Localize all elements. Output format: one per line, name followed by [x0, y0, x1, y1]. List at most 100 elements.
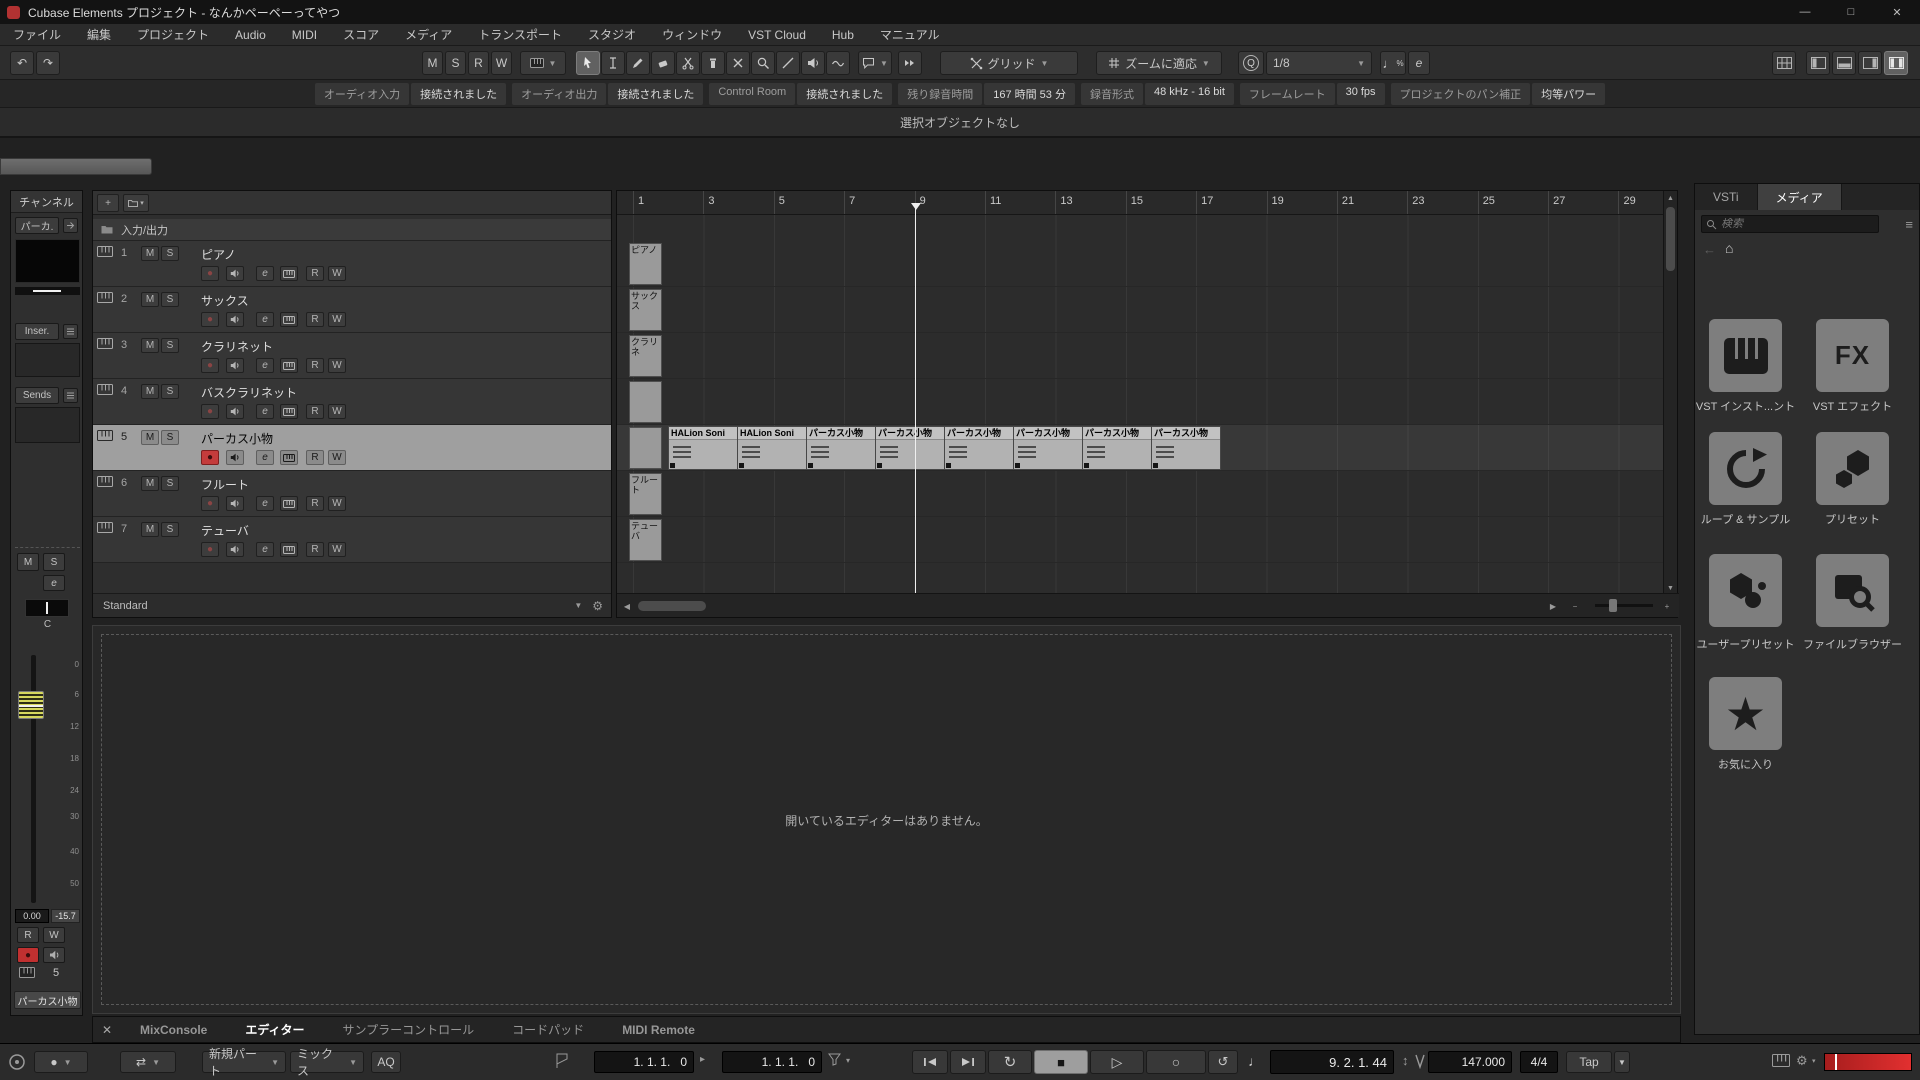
erase-tool[interactable] — [651, 51, 675, 75]
zoom-slider-handle[interactable] — [1609, 599, 1617, 612]
chevron-down-icon[interactable]: ▾ — [846, 1056, 850, 1078]
channel-read-button[interactable]: R — [17, 927, 39, 943]
menu-item[interactable]: 編集 — [74, 24, 124, 45]
inserts-slot[interactable] — [15, 343, 80, 377]
quantize-toggle-button[interactable]: Q — [1238, 51, 1264, 75]
stop-button[interactable]: ■ — [1034, 1050, 1088, 1074]
track-solo-button[interactable]: S — [161, 384, 179, 399]
menu-item[interactable]: Hub — [819, 24, 867, 45]
lane-part[interactable] — [629, 427, 662, 469]
track-edit-button[interactable]: e — [256, 450, 274, 465]
midi-clip[interactable]: パーカス小物 — [944, 426, 1014, 470]
menu-item[interactable]: ファイル — [0, 24, 74, 45]
ruler-bar-number[interactable]: 3 — [703, 191, 773, 214]
track-read-button[interactable]: R — [306, 542, 324, 557]
track-write-button[interactable]: W — [328, 266, 346, 281]
track-record-button[interactable]: ● — [201, 312, 219, 327]
track-write-button[interactable]: W — [328, 312, 346, 327]
project-overview-strip[interactable] — [0, 158, 152, 175]
track-row-3[interactable]: 3 M S クラリネット ● e R W — [93, 333, 611, 379]
time-signature-display[interactable]: 4/4 — [1520, 1051, 1558, 1073]
lane-percussion-selected[interactable]: HALion Soni HALion Soni パーカス小物 パーカス小物 — [617, 425, 1665, 471]
tri-right-icon[interactable]: ▸ — [700, 1054, 705, 1076]
timeline-ruler[interactable]: 1357911131517192123252729 — [617, 191, 1665, 215]
minimize-button[interactable]: — — [1782, 0, 1828, 24]
tile-file-browser[interactable] — [1816, 554, 1889, 627]
fader-level-value[interactable]: 0.00 — [15, 909, 49, 923]
track-read-button[interactable]: R — [306, 450, 324, 465]
tab-midi-remote[interactable]: MIDI Remote — [603, 1017, 714, 1042]
track-row-2[interactable]: 2 M S サックス ● e R W — [93, 287, 611, 333]
close-lower-zone-icon[interactable]: ✕ — [93, 1017, 121, 1042]
quantize-preset-dropdown[interactable]: 1/8 ▼ — [1266, 51, 1372, 75]
record-mode-dropdown[interactable]: ● ▼ — [34, 1051, 88, 1073]
menu-item[interactable]: メディア — [392, 24, 465, 45]
track-monitor-button[interactable] — [226, 358, 244, 373]
write-all-button[interactable]: W — [491, 51, 512, 75]
midi-clip[interactable]: パーカス小物 — [1013, 426, 1083, 470]
channel-write-button[interactable]: W — [43, 927, 65, 943]
track-row-5-selected[interactable]: 5 M S パーカス小物 ● e R W — [93, 425, 611, 471]
track-edit-button[interactable]: e — [256, 266, 274, 281]
scrub-tool[interactable] — [826, 51, 850, 75]
track-record-button[interactable]: ● — [201, 496, 219, 511]
track-edit-button[interactable]: e — [256, 496, 274, 511]
track-monitor-button[interactable] — [226, 542, 244, 557]
track-read-button[interactable]: R — [306, 404, 324, 419]
mix-dropdown[interactable]: ミックス ▼ — [290, 1051, 364, 1073]
left-locator-position[interactable]: 1. 1. 1. 0 — [594, 1051, 694, 1073]
undo-button[interactable]: ↶ — [10, 51, 34, 75]
glue-tool[interactable] — [701, 51, 725, 75]
lane-part[interactable]: ピアノ — [629, 243, 662, 285]
midi-clip[interactable]: パーカス小物 — [806, 426, 876, 470]
tile-loops-samples[interactable] — [1709, 432, 1782, 505]
snap-grid-dropdown[interactable]: グリッド ▼ — [940, 51, 1078, 75]
track-instrument-button[interactable] — [280, 450, 298, 465]
lane-tuba[interactable]: テューバ — [617, 517, 1665, 563]
track-row-1[interactable]: 1 M S ピアノ ● e R W — [93, 241, 611, 287]
arrange-area[interactable]: ピアノ サックス クラリネ HALion Soni HALion S — [617, 215, 1665, 595]
list-view-icon[interactable]: ≡ — [1905, 217, 1913, 232]
channel-monitor-button[interactable] — [43, 947, 65, 963]
channel-record-button[interactable]: ● — [17, 947, 39, 963]
channel-solo-button[interactable]: S — [43, 553, 65, 571]
ruler-bar-number[interactable]: 23 — [1407, 191, 1477, 214]
scroll-up-icon[interactable]: ▲ — [1664, 191, 1677, 205]
quantize-panel-button[interactable]: e — [1408, 51, 1430, 75]
track-monitor-button[interactable] — [226, 404, 244, 419]
lane-clarinet[interactable]: クラリネ — [617, 333, 1665, 379]
maximize-button[interactable]: □ — [1828, 0, 1874, 24]
tile-user-presets[interactable] — [1709, 554, 1782, 627]
track-monitor-button[interactable] — [226, 496, 244, 511]
vertical-scroll-handle[interactable] — [1666, 207, 1675, 271]
zoom-tool[interactable] — [751, 51, 775, 75]
ruler-bar-number[interactable]: 11 — [985, 191, 1055, 214]
track-edit-button[interactable]: e — [256, 542, 274, 557]
home-icon[interactable]: ⌂ — [1725, 240, 1733, 256]
horizontal-scrollbar[interactable]: ◀ ▶ − + — [617, 593, 1679, 617]
channel-tab[interactable]: パーカ. — [15, 217, 59, 234]
lane-part[interactable] — [629, 381, 662, 423]
jog-button[interactable]: ↺ — [1208, 1050, 1238, 1074]
zoom-in-icon[interactable]: + — [1659, 598, 1675, 614]
zoom-out-icon[interactable]: − — [1567, 598, 1583, 614]
gear-icon[interactable]: ⚙ — [592, 599, 603, 613]
playhead-cursor[interactable] — [915, 203, 916, 595]
track-instrument-button[interactable] — [280, 358, 298, 373]
right-zone-toggle[interactable] — [1858, 51, 1882, 75]
channel-pan-strip[interactable] — [15, 287, 80, 295]
midi-clip[interactable]: HALion Soni — [668, 426, 738, 470]
tile-presets[interactable] — [1816, 432, 1889, 505]
tab-vsti[interactable]: VSTi — [1695, 184, 1758, 210]
add-track-button[interactable]: + — [97, 194, 119, 212]
scroll-left-icon[interactable]: ◀ — [619, 598, 635, 614]
menu-item[interactable]: トランスポート — [465, 24, 575, 45]
grid-type-dropdown[interactable]: ズームに適応 ▼ — [1096, 51, 1222, 75]
object-select-tool[interactable] — [576, 51, 600, 75]
comment-dropdown[interactable]: ▼ — [858, 51, 892, 75]
io-folder-row[interactable]: 入力/出力 — [93, 219, 611, 241]
tab-editor[interactable]: エディター — [226, 1017, 323, 1042]
tab-sampler-control[interactable]: サンプラーコントロール — [324, 1017, 494, 1042]
status-item[interactable]: 録音形式 48 kHz - 16 bit — [1081, 83, 1234, 105]
track-write-button[interactable]: W — [328, 496, 346, 511]
